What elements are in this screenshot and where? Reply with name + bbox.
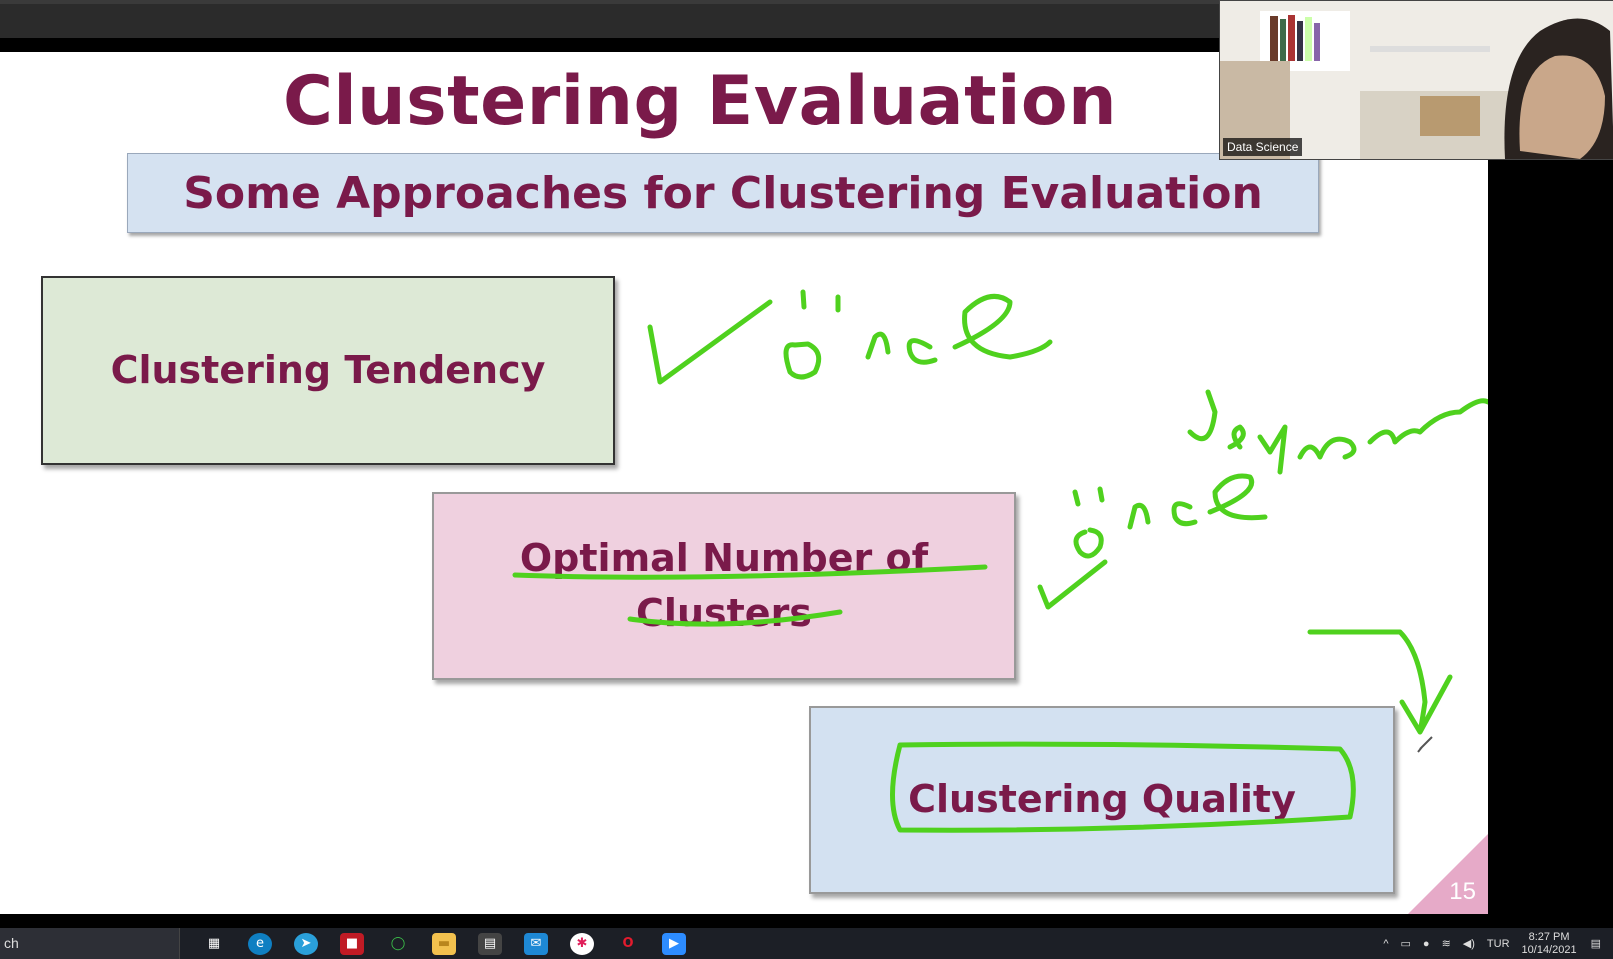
volume-icon[interactable]: ◀) — [1463, 937, 1475, 950]
store-icon[interactable]: ▤ — [478, 932, 502, 955]
opera-icon[interactable]: O — [616, 933, 640, 955]
zoom-icon[interactable]: ▶ — [662, 932, 686, 955]
pen-cursor-icon — [1417, 736, 1433, 753]
checkmark-annotation-2 — [1037, 559, 1108, 610]
underline-optimal — [512, 564, 988, 580]
checkmark-annotation — [647, 299, 773, 385]
webcam-scene — [1220, 1, 1613, 159]
once-handwriting-1 — [783, 289, 1053, 380]
participant-name: Data Science — [1223, 138, 1303, 156]
slack-icon[interactable]: ✱ — [570, 932, 594, 955]
right-black-pane — [1488, 52, 1613, 914]
folder-icon[interactable]: ▬ — [432, 932, 456, 955]
app-red-icon[interactable]: ■ — [340, 932, 364, 955]
pen-annotations — [512, 289, 1488, 833]
chevron-up-icon[interactable]: ^ — [1383, 938, 1388, 950]
language-indicator[interactable]: TUR — [1487, 938, 1510, 950]
presentation-slide: Clustering Evaluation Some Approaches fo… — [0, 52, 1488, 914]
telegram-icon[interactable]: ➤ — [294, 932, 318, 955]
clock-time: 8:27 PM — [1528, 930, 1570, 943]
windows-taskbar: ch ▦ e ➤ ■ ◯ ▬ ▤ ✉ ✱ O ▶ ^ ▭ ● ≋ ◀) TUR … — [0, 928, 1613, 959]
clock[interactable]: 8:27 PM 10/14/2021 — [1522, 931, 1577, 957]
clock-date: 10/14/2021 — [1521, 943, 1577, 956]
once-handwriting-2 — [1072, 473, 1268, 559]
arrow-annotation — [1307, 629, 1453, 735]
wifi-icon[interactable]: ≋ — [1442, 937, 1451, 950]
battery-icon[interactable]: ▭ — [1401, 937, 1411, 950]
webcam-thumbnail[interactable]: Data Science — [1219, 0, 1613, 160]
underline-clusters — [627, 609, 843, 627]
microphone-icon[interactable]: ● — [1423, 938, 1430, 950]
system-tray: ^ ▭ ● ≋ ◀) TUR 8:27 PM 10/14/2021 ▤ — [1383, 928, 1613, 959]
notifications-icon[interactable]: ▤ — [1591, 937, 1601, 950]
mail-icon[interactable]: ✉ — [524, 932, 548, 955]
task-view-icon[interactable]: ▦ — [202, 933, 226, 955]
dayanarak-handwriting — [1187, 389, 1488, 475]
circle-clustering-quality — [890, 741, 1356, 833]
taskbar-search-input[interactable]: ch — [0, 928, 180, 959]
edge-icon[interactable]: e — [248, 932, 272, 955]
circle-app-icon[interactable]: ◯ — [386, 933, 410, 955]
